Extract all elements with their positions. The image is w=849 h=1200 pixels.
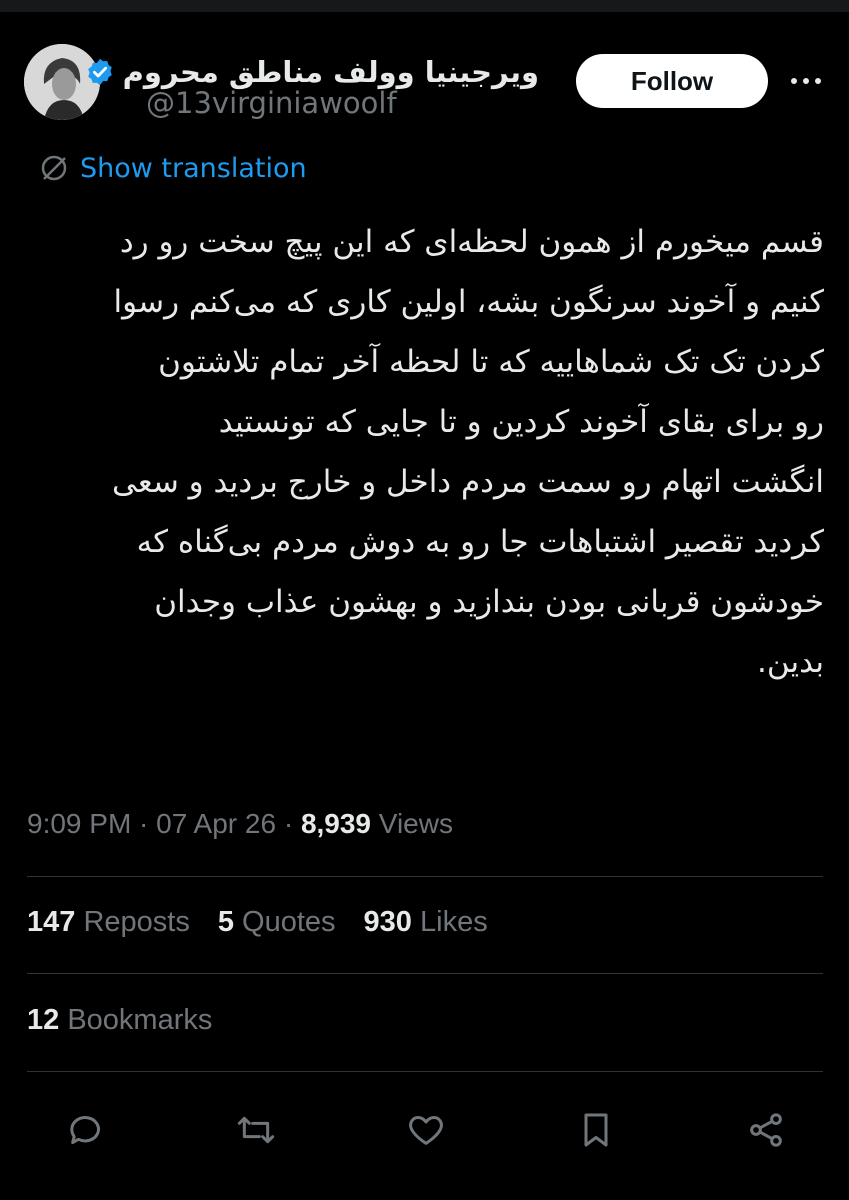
quotes-stat[interactable]: 5 Quotes [218,906,336,939]
show-translation-label: Show translation [80,152,307,184]
like-button[interactable] [402,1100,450,1160]
share-button[interactable] [742,1100,790,1160]
more-icon[interactable] [788,70,824,92]
tweet-line: قسم میخورم از همون لحظه‌ای که این پیچ سخ… [119,224,824,260]
reposts-stat[interactable]: 147 Reposts [27,906,190,939]
views-count: 8,939 [300,808,372,839]
divider [27,973,823,974]
tweet-line: کردن تک تک شماهاییه که تا لحظه آخر تمام … [158,344,824,380]
views-label: Views [371,808,453,839]
tweet-line: انگشت اتهام رو سمت مردم داخل و خارج بردی… [112,464,824,500]
quotes-count: 5 [217,906,234,938]
meta-separator: · [131,808,157,839]
show-translation-link[interactable]: Show translation [38,152,307,184]
globe-icon [41,155,67,181]
reply-icon [70,1116,100,1144]
tweet-time[interactable]: 9:09 PM [27,808,131,839]
repost-button[interactable] [232,1100,280,1160]
bookmarks-count: 12 [27,1004,60,1036]
top-bar [0,0,849,12]
tweet-text: قسم میخورم از همون لحظه‌ای که این پیچ سخ… [38,212,824,692]
verified-badge-icon [87,58,112,86]
tweet-line: رو برای بقای آخوند کردین و تا جایی که تو… [218,404,824,440]
likes-stat[interactable]: 930 Likes [364,906,488,939]
reposts-count: 147 [27,906,76,938]
bookmark-icon [584,1113,608,1147]
tweet-line: کردید تقصیر اشتباهات جا رو به دوش مردم ب… [136,524,824,560]
like-icon [409,1116,443,1145]
display-name[interactable]: ویرجینیا وولف مناطق محروم [123,55,539,89]
tweet-line: کنیم و آخوند سرنگون بشه، اولین کاری که م… [113,284,824,320]
bookmarks-stat[interactable]: 12 Bookmarks [27,1004,212,1037]
reposts-label: Reposts [75,906,190,938]
tweet-line: بدین. [757,644,824,680]
divider [27,1071,823,1072]
engagement-stats: 147 Reposts 5 Quotes 930 Likes [27,906,516,939]
divider [27,876,823,877]
follow-button[interactable]: Follow [576,54,768,108]
quotes-label: Quotes [233,906,336,938]
meta-separator: · [276,808,301,839]
user-handle[interactable]: @13virginiawoolf [146,86,397,120]
share-icon [750,1113,782,1147]
tweet-date[interactable]: 07 Apr 26 [156,808,276,839]
tweet-metadata: 9:09 PM · 07 Apr 26 · 8,939 Views [27,808,453,840]
likes-count: 930 [363,906,412,938]
action-bar [0,1100,849,1160]
likes-label: Likes [411,906,488,938]
bookmarks-label: Bookmarks [59,1004,213,1036]
bookmark-button[interactable] [572,1100,620,1160]
reply-button[interactable] [62,1100,110,1160]
tweet-line: خودشون قربانی بودن بندازید و بهشون عذاب … [154,584,824,620]
repost-icon [237,1116,275,1144]
